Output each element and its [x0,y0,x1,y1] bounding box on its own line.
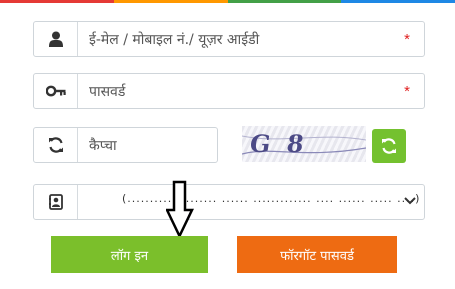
refresh-icon [382,138,396,154]
top-bar-blue [341,0,455,3]
user-icon [34,22,78,56]
top-color-bar [0,0,455,3]
captcha-image: G 8 XXL [242,126,366,162]
username-field[interactable]: ई-मेल / मोबाइल नं./ यूज़र आईडी * [33,21,425,57]
role-select[interactable]: (........... ........ ...... ...........… [33,184,425,220]
pointer-arrow-icon [166,180,194,238]
username-placeholder: ई-मेल / मोबाइल नं./ यूज़र आईडी [89,32,260,48]
required-mark: * [404,31,410,48]
login-button[interactable]: लॉग इन [51,236,208,273]
key-icon [34,74,78,108]
captcha-field[interactable]: कैप्चा [33,127,218,163]
password-placeholder: पासवर्ड [89,84,126,100]
top-bar-orange [113,0,228,3]
captcha-refresh-button[interactable] [372,129,406,163]
required-mark: * [404,83,410,100]
refresh-icon [34,128,78,162]
captcha-text: G 8 XXL [244,129,314,162]
password-field[interactable]: पासवर्ड * [33,73,425,109]
captcha-placeholder: कैप्चा [89,138,117,154]
chevron-down-icon [404,197,416,205]
contact-card-icon [34,185,78,219]
top-bar-green [227,0,342,3]
top-bar-red [0,0,114,3]
forgot-password-button[interactable]: फॉरगॉट पासवर्ड [237,236,397,273]
